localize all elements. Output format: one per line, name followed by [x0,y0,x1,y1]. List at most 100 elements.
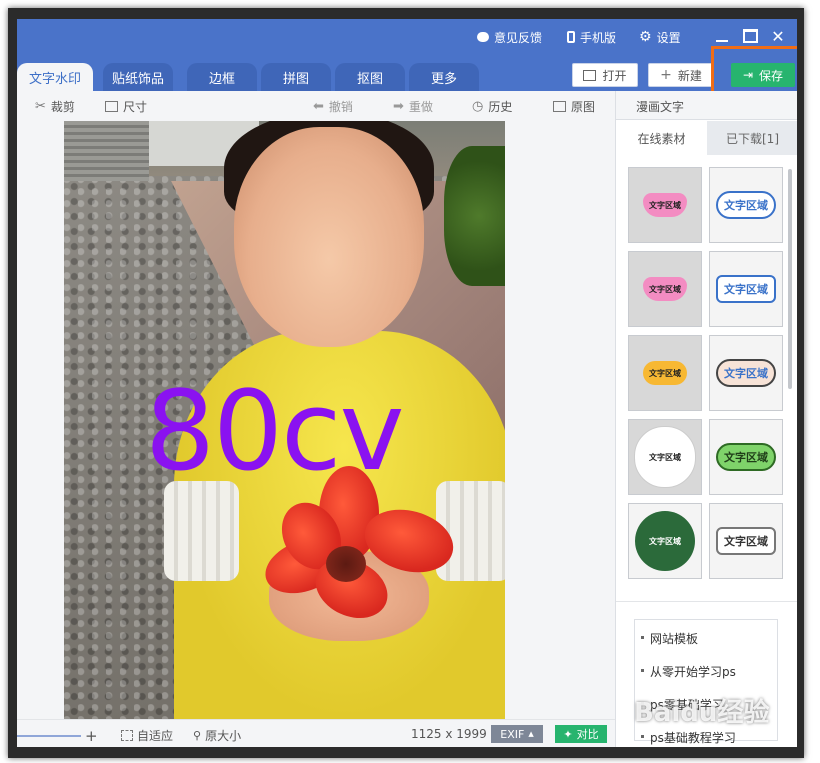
mitten-sticker: 文字区域 [643,361,687,385]
category-select[interactable]: 漫画文字 [616,91,797,120]
maximize-button[interactable] [739,25,761,47]
tab-label: 贴纸饰品 [111,71,164,87]
tab-label: 拼图 [282,71,309,87]
speech-box-sticker: 文字区域 [716,275,776,303]
resize-icon [105,100,118,112]
zoom-in-icon[interactable]: + [85,727,98,745]
size-label: 尺寸 [123,99,148,114]
tab-label: 已下载[1] [726,131,779,146]
sticker-grid: 文字区域 文字区域 文字区域 文字区域 文字区域 文字区域 文字区域 文字区域 … [628,167,786,587]
tab-label: 文字水印 [28,71,81,87]
sparkle-icon: ✦ [563,727,573,741]
actual-size-button[interactable]: ⚲ 原大小 [193,727,241,744]
exif-label: EXIF [500,727,525,741]
tile-text: 文字区域 [724,283,768,296]
panel-scrollbar[interactable] [788,169,792,389]
sticker-tile[interactable]: 文字区域 [628,419,702,495]
tab-more[interactable]: 更多 [409,63,479,91]
redo-arrow-icon: ➡ [393,98,404,114]
tab-label: 边框 [208,71,235,87]
image-dimensions: 1125 x 1999 [411,727,487,741]
flower-center [326,546,366,582]
tab-stickers[interactable]: 贴纸饰品 [103,63,173,91]
related-link[interactable]: ps基础教程学习 [641,729,777,746]
tile-text: 文字区域 [649,452,681,462]
clock-icon: ◷ [472,98,484,114]
redo-tool[interactable]: ➡ 重做 [393,98,433,114]
open-button[interactable]: 打开 [572,63,638,87]
settings-link[interactable]: ⚙ 设置 [639,29,681,45]
tab-cutout[interactable]: 抠图 [335,63,405,91]
title-bar: 意见反馈 手机版 ⚙ 设置 ✕ [17,19,797,55]
maximize-icon [742,29,758,43]
size-tool[interactable]: 尺寸 [105,98,147,114]
caret-up-icon: ▲ [528,730,534,738]
original-tool[interactable]: 原图 [553,98,595,114]
text-watermark[interactable]: 80cv [145,376,405,486]
close-button[interactable]: ✕ [767,25,789,47]
compare-button[interactable]: ✦ 对比 [555,725,607,743]
app-window: 意见反馈 手机版 ⚙ 设置 ✕ 文字水印 贴纸饰品 边框 拼图 抠图 更多 打开 [17,19,797,747]
crop-tool[interactable]: ✂ 裁剪 [35,98,75,114]
tab-online-materials[interactable]: 在线素材 [616,121,707,155]
chat-icon [477,32,489,42]
tab-collage[interactable]: 拼图 [261,63,331,91]
feedback-label: 意见反馈 [494,30,543,45]
crop-label: 裁剪 [50,99,75,114]
fit-icon [121,730,133,741]
baidu-watermark: Baidu经验 [634,698,770,728]
exif-button[interactable]: EXIF ▲ [491,725,543,743]
heart-girl-sticker: 文字区域 [643,193,687,217]
scissors-icon: ✂ [35,98,46,114]
bullet [641,669,644,672]
material-panel: 漫画文字 在线素材 已下载[1] 文字区域 文字区域 文字区域 文字区域 文字区… [615,91,797,747]
sticker-tile[interactable]: 文字区域 [709,335,783,411]
tile-text: 文字区域 [649,368,681,378]
bullet [641,636,644,639]
mobile-link[interactable]: 手机版 [567,29,616,45]
history-tool[interactable]: ◷ 历史 [472,98,512,114]
sticker-tile[interactable]: 文字区域 [628,167,702,243]
edit-toolbar: ✂ 裁剪 尺寸 ⬅ 撤销 ➡ 重做 ◷ 历史 原图 [17,91,615,121]
link-text: ps基础教程学习 [650,731,736,745]
sticker-tile[interactable]: 文字区域 [628,335,702,411]
cloud-bubble-sticker: 文字区域 [716,191,776,219]
tab-downloaded[interactable]: 已下载[1] [707,121,797,155]
dimensions-text: 1125 x 1999 [411,727,487,741]
zoom-slider[interactable]: + [17,727,98,745]
tile-text: 文字区域 [724,535,768,548]
sticker-tile[interactable]: 文字区域 [709,503,783,579]
mobile-label: 手机版 [580,30,617,45]
sticker-tile[interactable]: 文字区域 [709,251,783,327]
minimize-button[interactable] [711,25,733,47]
tile-text: 文字区域 [649,200,681,210]
tab-text-watermark[interactable]: 文字水印 [17,63,93,91]
actual-size-label: 原大小 [205,729,242,743]
original-label: 原图 [571,99,596,114]
tile-text: 文字区域 [724,367,768,380]
new-button[interactable]: + 新建 [648,63,714,87]
sticker-tile[interactable]: 文字区域 [628,503,702,579]
tile-text: 文字区域 [649,284,681,294]
link-text: 从零开始学习ps [650,665,736,679]
save-button[interactable]: ⇥ 保存 [731,63,795,87]
magnifier-icon: ⚲ [193,729,202,742]
fit-label: 自适应 [137,729,174,743]
status-bar: + 自适应 ⚲ 原大小 1125 x 1999 EXIF ▲ ✦ 对比 [17,719,615,747]
fit-button[interactable]: 自适应 [121,727,173,744]
related-link[interactable]: 网站模板 [641,630,777,647]
feedback-link[interactable]: 意见反馈 [477,29,542,45]
sticker-tile[interactable]: 文字区域 [709,167,783,243]
tab-border[interactable]: 边框 [187,63,257,91]
sticker-tile[interactable]: 文字区域 [628,251,702,327]
open-label: 打开 [602,68,627,83]
new-label: 新建 [677,68,702,83]
compare-label: 对比 [576,728,599,741]
undo-tool[interactable]: ⬅ 撤销 [313,98,353,114]
photo-steps [64,121,149,181]
tile-text: 文字区域 [724,199,768,212]
related-link[interactable]: 从零开始学习ps [641,663,777,680]
tab-label: 抠图 [356,71,383,87]
plain-bubble-sticker: 文字区域 [716,527,776,555]
sticker-tile[interactable]: 文字区域 [709,419,783,495]
